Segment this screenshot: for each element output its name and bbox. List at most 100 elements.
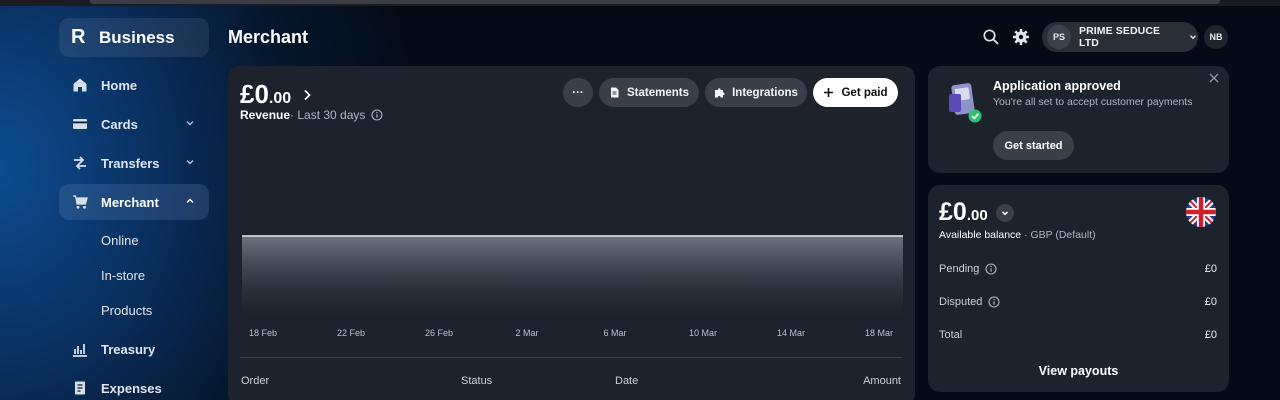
- balance-row-value: £0: [1204, 329, 1217, 341]
- sidebar-nav: Home Cards Transfers Merchant Online In-…: [59, 67, 209, 400]
- page-title: Merchant: [228, 27, 309, 47]
- chevron-down-icon: [1190, 35, 1196, 40]
- x-tick-label: 22 Feb: [337, 328, 365, 338]
- search-icon[interactable]: [982, 28, 1000, 46]
- close-icon[interactable]: [1209, 73, 1219, 83]
- revenue-period: · Last 30 days: [290, 108, 366, 122]
- column-header-date: Date: [615, 375, 639, 387]
- x-tick-label: 26 Feb: [425, 328, 453, 338]
- sidebar-item-label: Cards: [101, 116, 138, 132]
- table-divider: [240, 357, 902, 358]
- info-icon[interactable]: [988, 296, 1000, 308]
- get-started-button[interactable]: Get started: [993, 131, 1074, 160]
- column-header-amount: Amount: [863, 375, 901, 387]
- balance-card: £0 .00 Available balance · GBP (Default)…: [928, 185, 1229, 392]
- x-tick-label: 10 Mar: [689, 328, 717, 338]
- balance-label: Available balance: [939, 229, 1022, 241]
- revenue-area: [242, 236, 903, 318]
- brand-name: Business: [99, 27, 175, 47]
- sidebar-item-transfers[interactable]: Transfers: [59, 145, 209, 181]
- window-top-strip: [0, 0, 1280, 6]
- chevron-right-icon: [304, 89, 311, 100]
- balance-amount-minor: .00: [966, 207, 988, 224]
- sidebar-item-expenses[interactable]: Expenses: [59, 370, 209, 400]
- x-tick-label: 18 Feb: [249, 328, 277, 338]
- info-icon[interactable]: [985, 263, 997, 275]
- more-label: ···: [572, 86, 584, 99]
- balance-row-label: Disputed: [939, 296, 983, 308]
- sidebar-item-merchant[interactable]: Merchant: [59, 184, 209, 220]
- integrations-button[interactable]: Integrations: [705, 78, 807, 107]
- chevron-down-icon[interactable]: [184, 117, 196, 129]
- card-icon: [72, 116, 88, 132]
- uk-flag-icon[interactable]: [1186, 197, 1216, 227]
- balance-amount-major: £0: [939, 198, 967, 226]
- revenue-amount-major: £0: [240, 79, 269, 109]
- chevron-down-icon[interactable]: [184, 156, 196, 168]
- balance-row-label: Total: [939, 329, 963, 341]
- balance-row-disputed: Disputed £0: [939, 296, 1217, 308]
- balance-currency: · GBP (Default): [1021, 229, 1096, 241]
- balance-row-total: Total £0: [939, 329, 1217, 341]
- revolut-logo: R: [71, 26, 86, 48]
- info-icon[interactable]: [371, 109, 383, 121]
- column-header-order: Order: [241, 375, 270, 387]
- balance-subtitle: Available balance · GBP (Default): [939, 229, 1096, 241]
- account-avatar: PS: [1047, 25, 1071, 49]
- sidebar-subitem-online[interactable]: Online: [59, 223, 209, 258]
- sidebar-item-label: Expenses: [101, 380, 162, 396]
- chevron-down-icon: [1001, 210, 1008, 215]
- balance-row-value: £0: [1204, 263, 1217, 275]
- balance-amount: £0 .00: [939, 198, 1014, 227]
- x-tick-label: 2 Mar: [515, 328, 538, 338]
- account-switcher[interactable]: PS PRIME SEDUCE LTD: [1042, 22, 1198, 52]
- home-icon: [72, 77, 88, 93]
- gear-icon[interactable]: [1012, 28, 1030, 46]
- user-avatar[interactable]: NB: [1204, 25, 1228, 49]
- balance-row-pending: Pending £0: [939, 263, 1217, 275]
- revenue-subtitle: Revenue · Last 30 days: [240, 108, 383, 122]
- get-paid-button[interactable]: Get paid: [813, 78, 898, 107]
- sidebar-subitem-in-store[interactable]: In-store: [59, 258, 209, 293]
- brand-switcher[interactable]: R Business: [59, 18, 209, 57]
- account-name: PRIME SEDUCE LTD: [1078, 25, 1161, 49]
- chart-icon: [72, 341, 88, 357]
- chevron-up-icon[interactable]: [184, 195, 196, 207]
- plus-icon: [824, 88, 834, 97]
- balance-dropdown-button[interactable]: [995, 203, 1014, 222]
- puzzle-icon: [715, 88, 725, 98]
- sidebar-item-cards[interactable]: Cards: [59, 106, 209, 142]
- balance-row-label: Pending: [939, 263, 980, 275]
- horizontal-scrollbar[interactable]: [90, 0, 1220, 4]
- sidebar-item-label: Treasury: [101, 341, 156, 357]
- approved-title: Application approved: [993, 79, 1121, 93]
- sidebar-item-treasury[interactable]: Treasury: [59, 331, 209, 367]
- transfer-icon: [72, 155, 88, 171]
- receipt-icon: [72, 380, 88, 396]
- revenue-amount-minor: .00: [268, 90, 292, 107]
- integrations-label: Integrations: [732, 86, 798, 99]
- statements-button[interactable]: Statements: [599, 78, 699, 107]
- sidebar: R Business Home Cards Transfers Merchant…: [59, 18, 209, 400]
- cart-icon: [72, 194, 88, 210]
- sidebar-item-home[interactable]: Home: [59, 67, 209, 103]
- x-tick-label: 6 Mar: [603, 328, 626, 338]
- approved-description: You're all set to accept customer paymen…: [993, 96, 1193, 108]
- sidebar-subitem-products[interactable]: Products: [59, 293, 209, 328]
- more-button[interactable]: ···: [563, 78, 593, 107]
- revenue-chart: 18 Feb 22 Feb 26 Feb 2 Mar 6 Mar 10 Mar 14 Mar…: [242, 235, 903, 338]
- revenue-amount[interactable]: £0 .00: [240, 79, 313, 110]
- application-approved-card: Application approved You're all set to a…: [928, 66, 1229, 173]
- column-header-status: Status: [461, 375, 493, 387]
- x-tick-label: 14 Mar: [777, 328, 805, 338]
- statements-label: Statements: [627, 86, 689, 99]
- get-paid-label: Get paid: [841, 86, 888, 99]
- view-payouts-button[interactable]: View payouts: [928, 364, 1229, 378]
- x-tick-label: 18 Mar: [865, 328, 893, 338]
- sidebar-item-label: Home: [101, 77, 138, 93]
- document-icon: [611, 87, 619, 98]
- terminal-illustration-icon: [949, 83, 982, 123]
- balance-row-value: £0: [1204, 296, 1217, 308]
- revenue-card: £0 .00 Revenue · Last 30 days ··· Statem…: [228, 66, 915, 400]
- revenue-label: Revenue: [240, 108, 291, 122]
